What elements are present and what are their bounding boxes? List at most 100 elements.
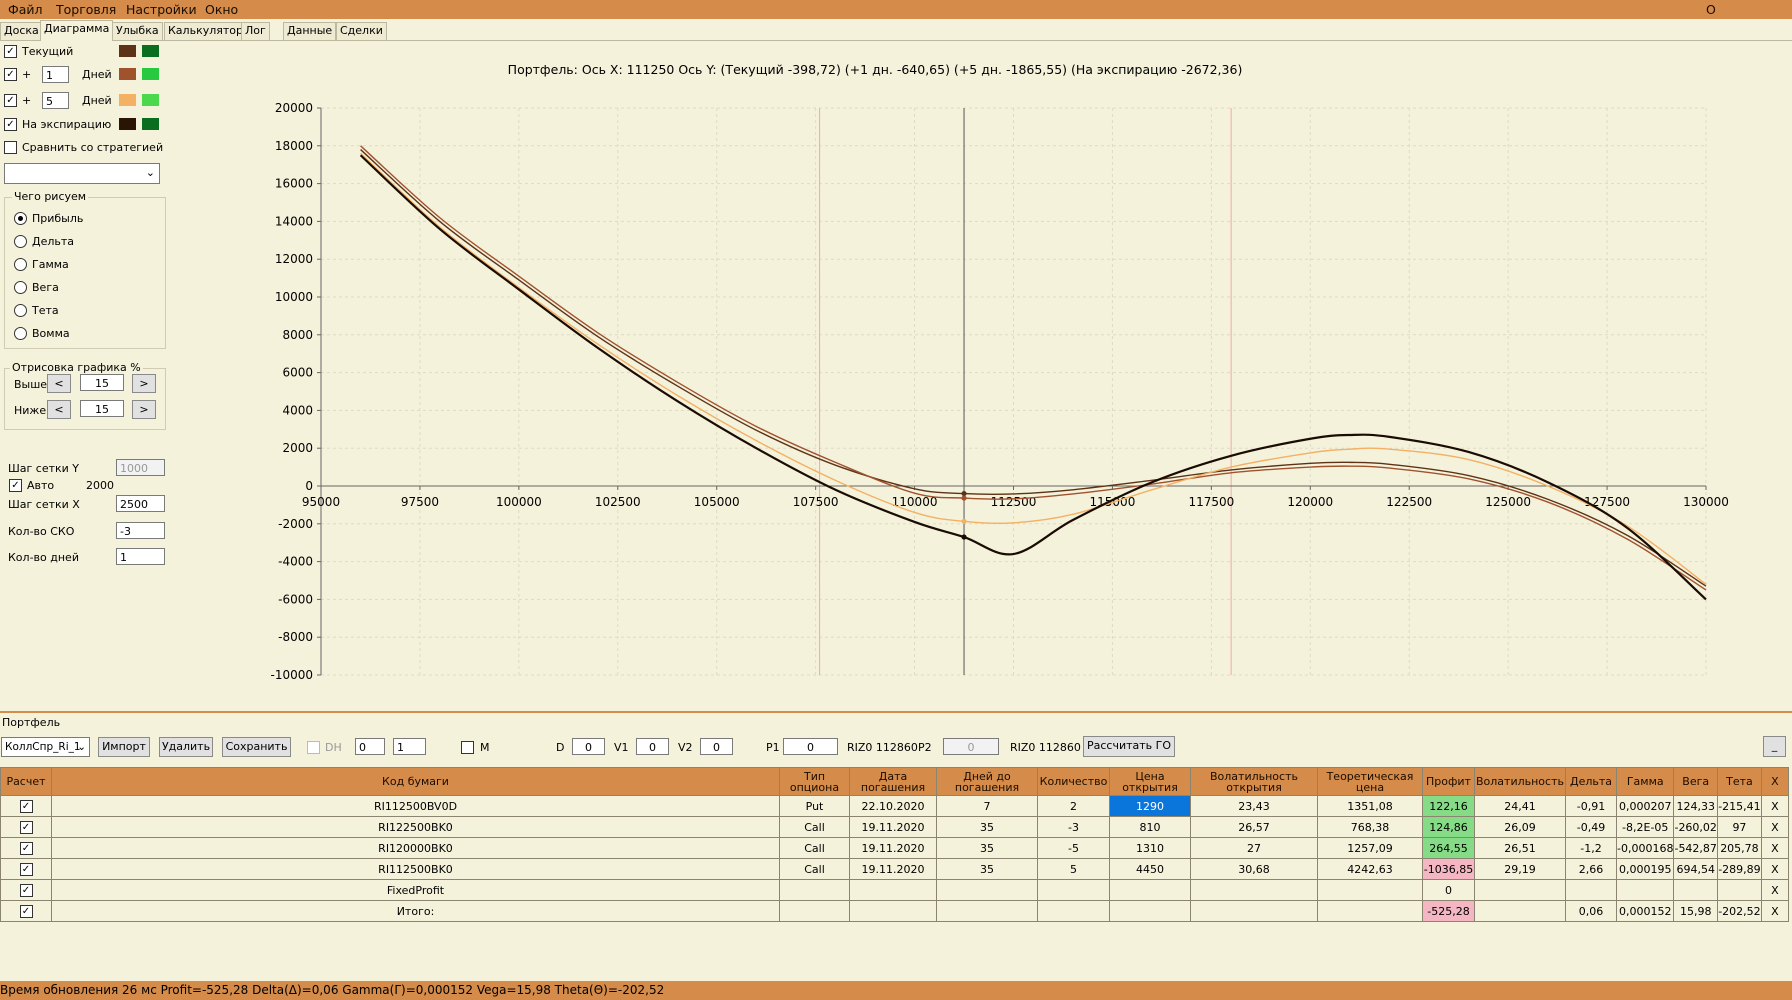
x-tick-label: 95000 [302,495,340,509]
series-point-1 [961,490,967,497]
col-vega[interactable]: Вега [1673,767,1718,796]
cell-vega: 124,33 [1673,795,1718,817]
cell-x[interactable]: X [1760,879,1789,901]
calc-checkbox[interactable]: ✓ [19,863,33,876]
delete-button[interactable]: Удалить [159,737,213,757]
cell-profit: -1036,85 [1422,858,1475,880]
p2-label: P2 [918,741,932,754]
col-date[interactable]: Дата погашения [849,767,937,796]
cell-qty[interactable] [1037,900,1110,922]
cell-x[interactable]: X [1760,816,1789,838]
cell-theta: 205,78 [1716,837,1762,859]
col-type[interactable]: Тип опциона [779,767,850,796]
table-row[interactable]: ✓ FixedProfit 0 X [0,879,1789,901]
spin1-input[interactable]: 0 [355,738,385,755]
m-checkbox[interactable] [461,741,474,754]
import-button[interactable]: Импорт [98,737,150,757]
cell-code: RI120000BK0 [51,837,780,859]
row-calc-checkbox[interactable]: ✓ [0,900,52,922]
dh-checkbox[interactable] [307,741,320,754]
col-gamma[interactable]: Гамма [1615,767,1675,796]
col-vol[interactable]: Волатильность [1474,767,1566,796]
table-row[interactable]: ✓ Итого: -525,28 0,06 0,000152 15,98 -202,52 X [0,900,1789,922]
cell-date: 19.11.2020 [849,837,937,859]
v2-input[interactable]: 0 [700,738,733,755]
cell-profit: 0 [1422,879,1475,901]
cell-date: 19.11.2020 [849,816,937,838]
cell-days: 7 [936,795,1038,817]
cell-theo [1317,879,1423,901]
cell-qty[interactable] [1037,879,1110,901]
cell-open[interactable]: 4450 [1109,858,1191,880]
status-bar: Время обновления 26 мс Profit=-525,28 De… [0,981,1792,1000]
col-theta[interactable]: Тета [1716,767,1762,796]
calc-go-button[interactable]: Рассчитать ГО [1083,736,1175,757]
table-row[interactable]: ✓ RI120000BK0 Call 19.11.2020 35 -5 1310 27 1257… [0,837,1789,859]
cell-open[interactable] [1109,879,1191,901]
cell-delta: 0,06 [1565,900,1617,922]
cell-vol-open: 30,68 [1190,858,1318,880]
cell-qty[interactable]: 2 [1037,795,1110,817]
col-qty[interactable]: Количество [1037,767,1110,796]
cell-profit: 264,55 [1422,837,1475,859]
row-calc-checkbox[interactable]: ✓ [0,858,52,880]
chevron-down-icon: ⌄ [77,741,86,753]
col-days[interactable]: Дней до погашения [936,767,1038,796]
calc-checkbox[interactable]: ✓ [19,905,33,918]
col-calc[interactable]: Расчет [0,767,52,796]
table-row[interactable]: ✓ RI122500BK0 Call 19.11.2020 35 -3 810 26,57 76… [0,816,1789,838]
cell-type: Call [779,858,850,880]
minimize-button[interactable]: _ [1763,736,1786,757]
cell-open[interactable]: 1310 [1109,837,1191,859]
table-row[interactable]: ✓ RI112500BV0D Put 22.10.2020 7 2 1290 23,43 135… [0,795,1789,817]
cell-profit: 124,86 [1422,816,1475,838]
d-input[interactable]: 0 [572,738,605,755]
p1-input[interactable]: 0 [783,738,838,755]
cell-open[interactable]: 810 [1109,816,1191,838]
table-header-row: Расчет Код бумаги Тип опциона Дата погаш… [0,767,1789,796]
col-code[interactable]: Код бумаги [51,767,780,796]
col-profit[interactable]: Профит [1422,767,1475,796]
cell-gamma [1615,879,1675,901]
cell-theta [1716,879,1762,901]
y-tick-label: -10000 [270,668,313,682]
cell-open[interactable] [1109,900,1191,922]
portfolio-select[interactable]: КоллСпр_Ri_1 ⌄ [1,737,90,757]
x-tick-label: 127500 [1584,495,1630,509]
row-calc-checkbox[interactable]: ✓ [0,879,52,901]
cell-x[interactable]: X [1760,900,1789,922]
cell-type: Call [779,837,850,859]
spin2-input[interactable]: 1 [393,738,426,755]
v1-input[interactable]: 0 [636,738,669,755]
calc-checkbox[interactable]: ✓ [19,800,33,813]
calc-checkbox[interactable]: ✓ [19,884,33,897]
cell-qty[interactable]: 5 [1037,858,1110,880]
cell-vega [1673,879,1718,901]
col-open[interactable]: Цена открытия [1109,767,1191,796]
y-tick-label: 10000 [275,290,313,304]
p2-input[interactable]: 0 [943,738,999,755]
cell-x[interactable]: X [1760,837,1789,859]
profit-chart[interactable]: 95000 97500 100000 102500 105000 107500 110000… [0,0,1792,700]
y-tick-label: -4000 [278,555,313,569]
calc-checkbox[interactable]: ✓ [19,842,33,855]
cell-qty[interactable]: -3 [1037,816,1110,838]
col-delta[interactable]: Дельта [1565,767,1617,796]
cell-x[interactable]: X [1760,795,1789,817]
cell-open[interactable]: 1290 [1109,795,1191,817]
cell-x[interactable]: X [1760,858,1789,880]
cell-code: RI122500BK0 [51,816,780,838]
calc-checkbox[interactable]: ✓ [19,821,33,834]
row-calc-checkbox[interactable]: ✓ [0,795,52,817]
cell-theo: 1257,09 [1317,837,1423,859]
col-vol-open[interactable]: Волатильность открытия [1190,767,1318,796]
col-x[interactable]: X [1760,767,1789,796]
row-calc-checkbox[interactable]: ✓ [0,837,52,859]
col-theo[interactable]: Теоретическая цена [1317,767,1423,796]
cell-qty[interactable]: -5 [1037,837,1110,859]
y-tick-label: -6000 [278,592,313,606]
table-row[interactable]: ✓ RI112500BK0 Call 19.11.2020 35 5 4450 30,68 42… [0,858,1789,880]
save-button[interactable]: Сохранить [222,737,291,757]
cell-gamma: 0,000195 [1615,858,1675,880]
row-calc-checkbox[interactable]: ✓ [0,816,52,838]
